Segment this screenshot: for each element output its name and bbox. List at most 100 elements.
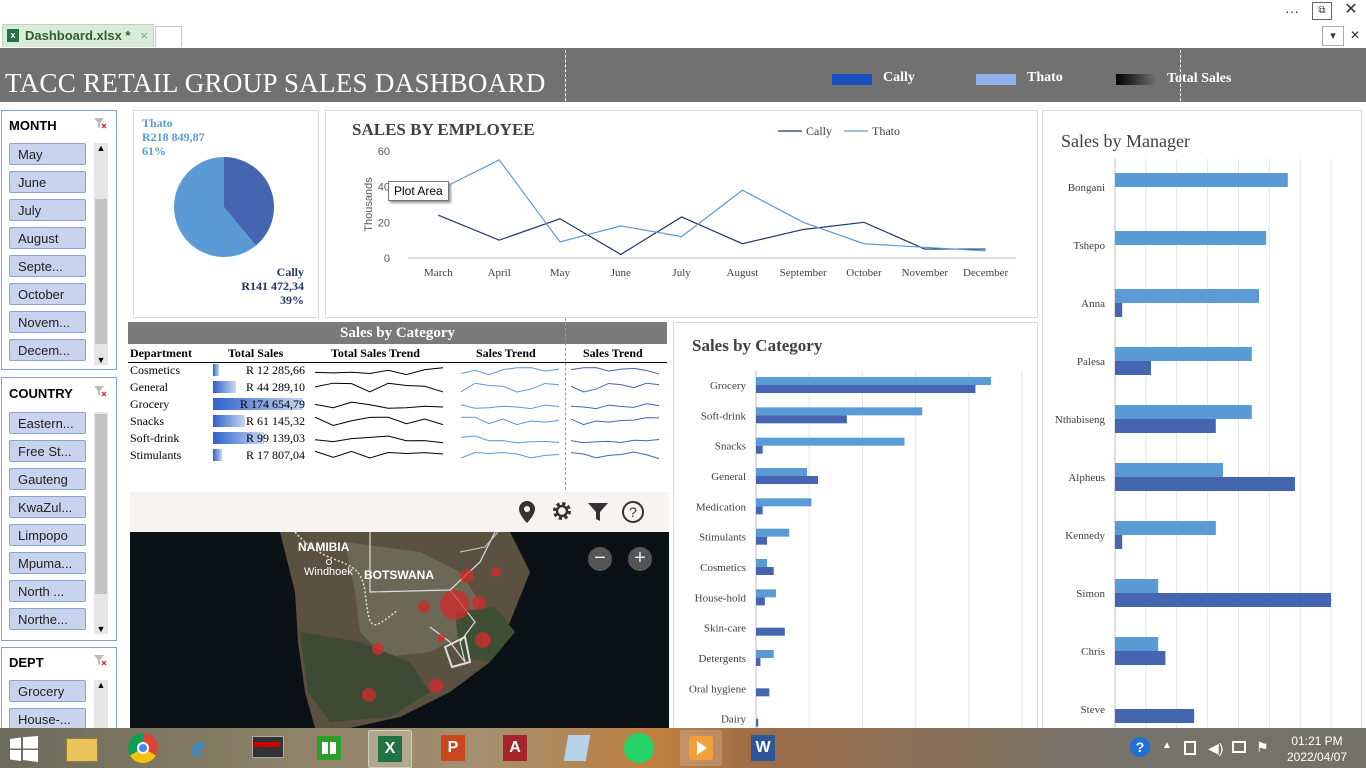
pie-chart[interactable] [172,155,276,259]
bar-thato[interactable] [756,589,776,598]
bar-thato[interactable] [1115,405,1252,419]
powerpoint-icon[interactable]: P [432,730,474,766]
bar-thato[interactable] [756,468,807,476]
sales-map[interactable]: NAMIBIA Windhoek BOTSWANA − + [130,532,669,728]
slicer-item-northern-cape[interactable]: Northe... [9,608,86,630]
media-player-icon[interactable] [680,730,722,766]
clear-filter-icon[interactable] [93,385,107,397]
bar-thato[interactable] [756,407,923,416]
sales-by-manager-chart[interactable]: Sales by Manager Bongani Tshepo Anna Palesa N… [1043,111,1361,733]
workbook-tab[interactable]: x Dashboard.xlsx * × [2,24,154,47]
bar-thato[interactable] [756,377,991,385]
slicer-item-june[interactable]: June [9,171,86,193]
series-line-cally[interactable] [438,214,986,256]
bar-thato[interactable] [1115,521,1216,535]
bar-cally[interactable] [1115,419,1216,433]
sales-by-category-chart[interactable]: Sales by Category Grocery Soft-drink Snacks… [674,323,1037,733]
lenovo-icon[interactable] [246,730,288,766]
slicer-item-gauteng[interactable]: Gauteng [9,468,86,490]
slicer-scrollbar[interactable]: ▲ ▼ [94,143,108,365]
bar-cally[interactable] [756,718,759,727]
slicer-item-may[interactable]: May [9,143,86,165]
more-options-icon[interactable]: ··· [1282,2,1302,20]
slicer-item-kwazulu-natal[interactable]: KwaZul... [9,496,86,518]
file-explorer-icon[interactable] [60,730,102,766]
new-tab-button[interactable] [155,26,182,47]
close-window-icon[interactable]: ✕ [1342,1,1360,19]
network-icon[interactable] [1232,741,1246,753]
slicer-item-september[interactable]: Septe... [9,255,86,277]
store-icon[interactable] [308,730,350,766]
clear-filter-icon[interactable] [93,117,107,129]
slicer-scrollbar[interactable]: ▲ [94,680,108,728]
excel-taskbar-icon[interactable]: X [368,730,412,768]
bar-cally[interactable] [1115,303,1123,317]
word-icon[interactable]: W [742,730,784,766]
help-icon[interactable]: ? [621,500,645,524]
bar-thato[interactable] [1115,173,1288,187]
bar-cally[interactable] [756,597,765,606]
slicer-item-north-west[interactable]: North ... [9,580,86,602]
scrollbar-thumb[interactable] [95,414,107,594]
clear-filter-icon[interactable] [93,654,107,666]
chrome-icon[interactable] [122,730,164,766]
bar-cally[interactable] [756,506,763,515]
bar-cally[interactable] [1115,361,1151,375]
bar-thato[interactable] [1115,637,1159,651]
volume-icon[interactable]: ◀) [1208,740,1223,757]
slicer-item-november[interactable]: Novem... [9,311,86,333]
bar-thato[interactable] [1115,463,1223,477]
bar-cally[interactable] [1115,535,1123,549]
action-center-flag-icon[interactable]: ⚑ [1256,739,1269,756]
series-line-thato[interactable] [438,159,986,252]
bar-cally[interactable] [756,385,976,393]
bar-cally[interactable] [1115,593,1331,607]
sales-by-employee-chart[interactable]: SALES BY EMPLOYEE0204060ThousandsMarch Ap… [326,111,1037,317]
notepad-icon[interactable] [556,730,598,766]
zoom-out-button[interactable]: − [588,547,612,571]
bar-cally[interactable] [1115,709,1195,723]
scrollbar-thumb[interactable] [95,199,107,344]
bar-cally[interactable] [756,536,768,545]
access-icon[interactable]: A [494,730,536,766]
tab-close-icon[interactable]: × [140,28,148,43]
bar-thato[interactable] [1115,347,1252,361]
bar-thato[interactable] [756,437,905,446]
slicer-item-august[interactable]: August [9,227,86,249]
slicer-item-eastern-cape[interactable]: Eastern... [9,412,86,434]
bar-cally[interactable] [756,658,761,666]
clock[interactable]: 01:21 PM 2022/04/07 [1282,733,1352,765]
location-pin-icon[interactable] [517,500,537,524]
internet-explorer-icon[interactable]: e [184,730,226,766]
slicer-item-household[interactable]: House-... [9,708,86,730]
slicer-item-grocery[interactable]: Grocery [9,680,86,702]
chevron-down-icon[interactable]: ▾ [1322,26,1344,46]
bar-cally[interactable] [1115,477,1295,491]
slicer-item-limpopo[interactable]: Limpopo [9,524,86,546]
close-workbook-icon[interactable]: ✕ [1346,26,1364,44]
bar-thato[interactable] [1115,289,1259,303]
settings-gear-icon[interactable] [551,500,573,522]
show-hidden-icons[interactable]: ▲ [1162,740,1172,751]
bar-cally[interactable] [756,627,785,636]
slicer-item-mpumalanga[interactable]: Mpuma... [9,552,86,574]
slicer-item-free-state[interactable]: Free St... [9,440,86,462]
battery-icon[interactable] [1184,741,1196,755]
slicer-item-december[interactable]: Decem... [9,339,86,361]
bar-thato[interactable] [756,498,812,507]
zoom-in-button[interactable]: + [628,547,652,571]
whatsapp-icon[interactable] [618,730,660,766]
bar-cally[interactable] [756,688,770,697]
bar-thato[interactable] [756,650,774,658]
bar-thato[interactable] [1115,579,1159,593]
slicer-scrollbar[interactable]: ▲ ▼ [94,412,108,634]
bar-thato[interactable] [1115,231,1267,245]
bar-thato[interactable] [756,528,790,537]
bar-cally[interactable] [756,415,847,424]
bar-cally[interactable] [1115,651,1166,665]
help-tray-icon[interactable]: ? [1130,737,1150,757]
bar-cally[interactable] [756,445,763,454]
slicer-item-october[interactable]: October [9,283,86,305]
slicer-item-july[interactable]: July [9,199,86,221]
restore-window-icon[interactable]: ⧉ [1312,2,1332,20]
